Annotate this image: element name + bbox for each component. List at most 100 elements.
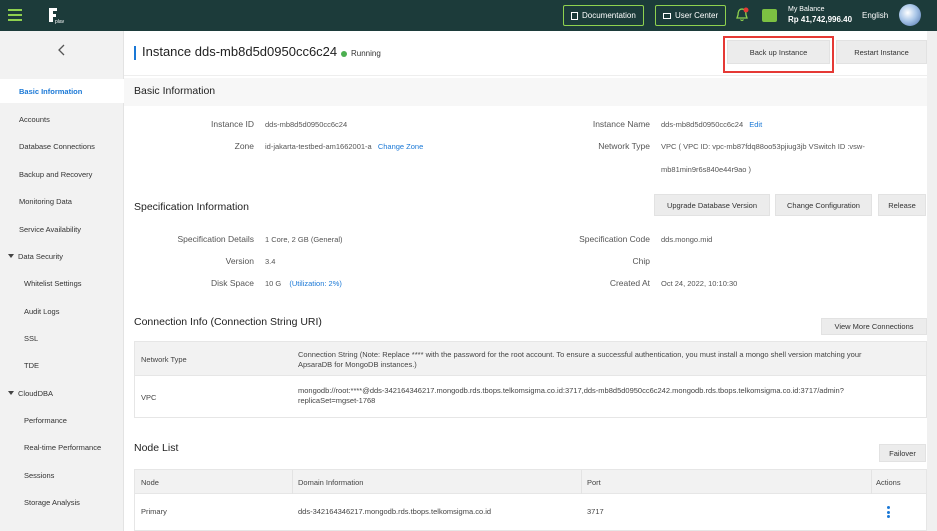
balance-label: My Balance xyxy=(788,6,825,13)
sidebar-item-label: Monitoring Data xyxy=(19,196,72,206)
failover-button[interactable]: Failover xyxy=(879,444,926,462)
wallet-icon[interactable] xyxy=(762,9,777,22)
sidebar-item-label: Performance xyxy=(24,415,67,425)
instance-id-label: Instance ID xyxy=(211,119,254,129)
brand-logo[interactable]: plav xyxy=(46,6,66,25)
balance-display[interactable]: My Balance Rp 41,742,996.40 xyxy=(788,5,852,25)
sidebar-item-label: Audit Logs xyxy=(24,306,60,316)
sidebar-item-whitelist-settings[interactable]: Whitelist Settings xyxy=(0,271,124,295)
sidebar-item-ssl[interactable]: SSL xyxy=(0,326,124,350)
top-navigation-bar: plav Documentation User Center My Balanc… xyxy=(0,0,937,31)
sidebar-group-clouddba[interactable]: CloudDBA xyxy=(0,381,124,405)
sidebar-item-label: Accounts xyxy=(19,114,50,124)
document-icon xyxy=(571,11,578,20)
created-at-label: Created At xyxy=(609,278,650,288)
sidebar-item-storage-analysis[interactable]: Storage Analysis xyxy=(0,490,124,514)
edit-link[interactable]: Edit xyxy=(749,120,762,129)
sidebar-item-performance[interactable]: Performance xyxy=(0,408,124,432)
instance-name-text: dds-mb8d5d0950cc6c24 xyxy=(661,120,744,129)
sidebar-item-label: CloudDBA xyxy=(18,388,54,398)
user-center-label: User Center xyxy=(675,11,719,20)
sidebar-item-sessions[interactable]: Sessions xyxy=(0,463,124,487)
monitor-icon xyxy=(663,12,671,19)
sidebar-item-tde[interactable]: TDE xyxy=(0,353,124,377)
node-port: 3717 xyxy=(587,507,604,516)
sidebar-item-backup-and-recovery[interactable]: Backup and Recovery xyxy=(0,162,124,186)
chip-label: Chip xyxy=(632,256,650,266)
sidebar: Basic Information Accounts Database Conn… xyxy=(0,31,124,531)
more-actions-icon[interactable] xyxy=(887,506,890,520)
column-header-actions: Actions xyxy=(876,478,901,487)
version-value: 3.4 xyxy=(265,257,276,266)
basic-information-header xyxy=(124,78,937,106)
instance-name-label: Instance Name xyxy=(592,119,650,129)
change-configuration-button[interactable]: Change Configuration xyxy=(775,194,872,216)
network-type-line2: mb81min9r6s840e44r9ao ) xyxy=(661,165,752,174)
specification-details-value: 1 Core, 2 GB (General) xyxy=(265,235,343,244)
sidebar-item-basic-information[interactable]: Basic Information xyxy=(0,79,124,103)
network-type-line1: VPC ( VPC ID: vpc-mb87fdq88oo53pjiug3jb … xyxy=(661,142,865,151)
connection-network-type: VPC xyxy=(141,393,157,402)
column-header-domain-information: Domain Information xyxy=(298,478,364,487)
section-title-basic-information: Basic Information xyxy=(134,85,216,97)
version-label: Version xyxy=(225,256,254,266)
language-selector[interactable]: English xyxy=(862,11,888,20)
sidebar-item-label: Data Security xyxy=(18,251,64,261)
specification-code-label: Specification Code xyxy=(579,234,650,244)
status-label: Running xyxy=(351,49,381,58)
sidebar-item-label: SSL xyxy=(24,333,39,343)
sidebar-item-label: Whitelist Settings xyxy=(24,278,82,288)
caret-down-icon xyxy=(8,254,14,258)
user-center-button[interactable]: User Center xyxy=(655,5,727,26)
column-header-port: Port xyxy=(587,478,601,487)
change-zone-link[interactable]: Change Zone xyxy=(378,142,423,151)
connection-string-note-line1: Connection String (Note: Replace **** wi… xyxy=(298,350,862,359)
connection-string-note-line2: ApsaraDB for MongoDB instances.) xyxy=(298,360,417,369)
page-title: Instance dds-mb8d5d0950cc6c24 xyxy=(142,44,338,59)
bell-icon[interactable] xyxy=(735,7,749,23)
sidebar-item-real-time-performance[interactable]: Real-time Performance xyxy=(0,435,124,459)
sidebar-group-data-security[interactable]: Data Security xyxy=(0,244,124,268)
caret-down-icon xyxy=(8,391,14,395)
documentation-button[interactable]: Documentation xyxy=(563,5,644,26)
sidebar-item-accounts[interactable]: Accounts xyxy=(0,107,124,131)
restart-instance-button[interactable]: Restart Instance xyxy=(836,40,927,64)
sidebar-item-audit-logs[interactable]: Audit Logs xyxy=(0,299,124,323)
chevron-left-icon[interactable] xyxy=(56,43,68,57)
logo-text: plav xyxy=(55,19,65,25)
network-type-label: Network Type xyxy=(598,141,650,151)
instance-id-value: dds-mb8d5d0950cc6c24 xyxy=(265,120,348,129)
connection-string-value[interactable]: mongodb://root:****@dds-342164346217.mon… xyxy=(298,386,923,406)
sidebar-item-label: Real-time Performance xyxy=(24,442,102,452)
sidebar-item-service-availability[interactable]: Service Availability xyxy=(0,217,124,241)
menu-icon[interactable] xyxy=(8,9,22,21)
column-header-node: Node xyxy=(141,478,159,487)
table-row: VPC mongodb://root:****@dds-342164346217… xyxy=(134,376,927,418)
instance-header: Instance dds-mb8d5d0950cc6c24 Running Ba… xyxy=(124,31,937,76)
created-at-value: Oct 24, 2022, 10:10:30 xyxy=(661,279,738,288)
section-title-specification: Specification Information xyxy=(134,201,249,213)
node-table-header: Node Domain Information Port Actions xyxy=(134,469,927,494)
disk-space-label: Disk Space xyxy=(211,278,254,288)
avatar[interactable] xyxy=(899,4,921,26)
instance-name-value: dds-mb8d5d0950cc6c24 Edit xyxy=(661,120,762,129)
section-title-node-list: Node List xyxy=(134,442,179,454)
sidebar-item-label: Database Connections xyxy=(19,141,95,151)
upgrade-database-version-button[interactable]: Upgrade Database Version xyxy=(654,194,770,216)
specification-code-value: dds.mongo.mid xyxy=(661,235,713,244)
documentation-label: Documentation xyxy=(582,11,636,20)
release-button[interactable]: Release xyxy=(878,194,926,216)
disk-space-value: 10 G (Utilization: 2%) xyxy=(265,279,342,288)
zone-text: id-jakarta-testbed-am1662001-a xyxy=(265,142,372,151)
title-accent-bar xyxy=(134,46,136,60)
utilization-link[interactable]: (Utilization: 2%) xyxy=(289,279,342,288)
zone-label: Zone xyxy=(234,141,254,151)
view-more-connections-button[interactable]: View More Connections xyxy=(821,318,927,335)
node-role: Primary xyxy=(141,507,167,516)
connection-string-line2: replicaSet=mgset-1768 xyxy=(298,396,376,405)
scrollbar[interactable] xyxy=(927,31,937,531)
sidebar-item-database-connections[interactable]: Database Connections xyxy=(0,134,124,158)
balance-amount: Rp 41,742,996.40 xyxy=(788,15,853,24)
sidebar-item-monitoring-data[interactable]: Monitoring Data xyxy=(0,189,124,213)
sidebar-item-label: Storage Analysis xyxy=(24,497,80,507)
